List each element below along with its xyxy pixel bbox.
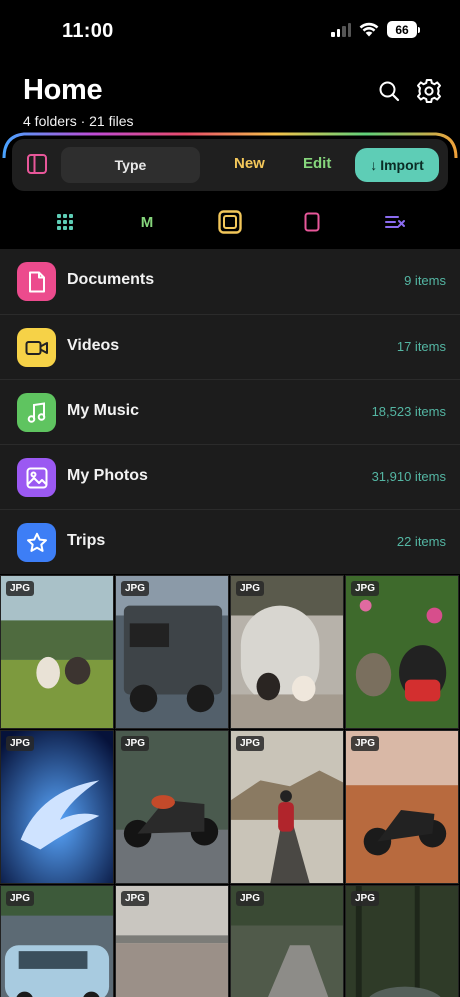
folder-count: 9 items [404, 273, 446, 288]
photo-image [116, 731, 228, 883]
folder-list: Documents 9 items Videos 17 items My Mus… [0, 249, 460, 574]
file-type-badge: JPG [121, 736, 150, 751]
document-icon [17, 262, 56, 301]
page-title: Home [23, 74, 103, 106]
folder-name: Documents [67, 271, 155, 288]
file-type-badge: JPG [351, 891, 380, 906]
toolbar: Type New Edit ↓ Import [12, 139, 448, 191]
portrait-rect-icon [304, 212, 320, 232]
photo-image [1, 731, 113, 883]
photo-image [231, 731, 343, 883]
folder-row-documents[interactable]: Documents 9 items [0, 249, 460, 314]
photo-thumbnail-street-riders[interactable]: JPG [230, 885, 344, 997]
grid-view-button[interactable] [48, 205, 82, 239]
grid-icon [57, 214, 73, 230]
large-view-button[interactable] [213, 205, 247, 239]
file-type-badge: JPG [6, 581, 35, 596]
sidebar-toggle-icon[interactable] [26, 153, 48, 175]
status-time: 11:00 [62, 20, 114, 42]
folder-row-my-photos[interactable]: My Photos 31,910 items [0, 444, 460, 509]
status-bar: 11:00 66 [0, 0, 460, 60]
battery-icon: 66 [387, 21, 420, 38]
folder-count: 22 items [396, 534, 446, 549]
image-icon [17, 458, 56, 497]
view-mode-row: M [0, 205, 460, 239]
file-type-badge: JPG [236, 581, 265, 596]
folder-row-trips[interactable]: Trips 22 items [0, 509, 460, 574]
settings-button[interactable] [416, 78, 442, 104]
folder-count: 17 items [396, 339, 446, 354]
page-subtitle: 4 folders · 21 files [23, 113, 134, 129]
folder-name: Videos [67, 337, 120, 354]
folder-count: 18,523 items [371, 404, 446, 419]
photo-image [1, 576, 113, 728]
type-filter-button[interactable]: Type [61, 147, 200, 183]
photo-image [116, 576, 228, 728]
photo-thumbnail-motorcycle-road[interactable]: JPG [115, 730, 229, 884]
list-sort-icon [385, 216, 405, 228]
photo-thumbnail-dogs-field[interactable]: JPG [0, 575, 114, 729]
folder-name: Trips [67, 532, 106, 549]
cellular-signal-icon [331, 22, 351, 37]
folder-row-my-music[interactable]: My Music 18,523 items [0, 379, 460, 444]
status-icons: 66 [331, 21, 420, 38]
photo-grid: JPG JPG JPG JPG JPG JPG JPG JPG JPG JPG … [0, 575, 460, 997]
file-type-badge: JPG [6, 736, 35, 751]
photo-thumbnail-poodles[interactable]: JPG [230, 575, 344, 729]
folder-row-videos[interactable]: Videos 17 items [0, 314, 460, 379]
file-type-badge: JPG [121, 581, 150, 596]
photo-thumbnail-armored-truck[interactable]: JPG [115, 575, 229, 729]
photo-thumbnail-police-car[interactable]: JPG [0, 885, 114, 997]
import-label: Import [380, 157, 424, 173]
edit-button[interactable]: Edit [303, 155, 331, 172]
search-icon [379, 81, 400, 102]
photo-image [346, 731, 458, 883]
photo-image [231, 576, 343, 728]
photo-thumbnail-forest-car[interactable]: JPG [345, 885, 459, 997]
battery-level: 66 [387, 21, 417, 38]
music-note-icon [17, 393, 56, 432]
folder-count: 31,910 items [371, 469, 446, 484]
folder-name: My Music [67, 402, 140, 419]
star-icon [17, 523, 56, 562]
photo-thumbnail-blue-logo[interactable]: JPG [0, 730, 114, 884]
square-frame-icon [218, 210, 242, 234]
search-button[interactable] [376, 78, 402, 104]
file-type-badge: JPG [351, 581, 380, 596]
arrow-down-icon: ↓ [370, 157, 378, 173]
file-type-badge: JPG [236, 891, 265, 906]
medium-view-button[interactable]: M [130, 205, 164, 239]
photo-image [346, 576, 458, 728]
photo-thumbnail-rider-desert[interactable]: JPG [230, 730, 344, 884]
new-button[interactable]: New [234, 155, 265, 172]
file-type-badge: JPG [351, 736, 380, 751]
single-view-button[interactable] [295, 205, 329, 239]
photo-thumbnail-landscape-haze[interactable]: JPG [115, 885, 229, 997]
file-type-badge: JPG [236, 736, 265, 751]
gear-icon [417, 79, 441, 103]
file-type-badge: JPG [6, 891, 35, 906]
video-camera-icon [17, 328, 56, 367]
photo-thumbnail-motorcycle-sunset[interactable]: JPG [345, 730, 459, 884]
list-view-button[interactable] [378, 205, 412, 239]
file-type-badge: JPG [121, 891, 150, 906]
wifi-icon [359, 22, 379, 37]
folder-name: My Photos [67, 467, 148, 484]
photo-thumbnail-french-bulldogs[interactable]: JPG [345, 575, 459, 729]
import-button[interactable]: ↓ Import [355, 148, 439, 182]
